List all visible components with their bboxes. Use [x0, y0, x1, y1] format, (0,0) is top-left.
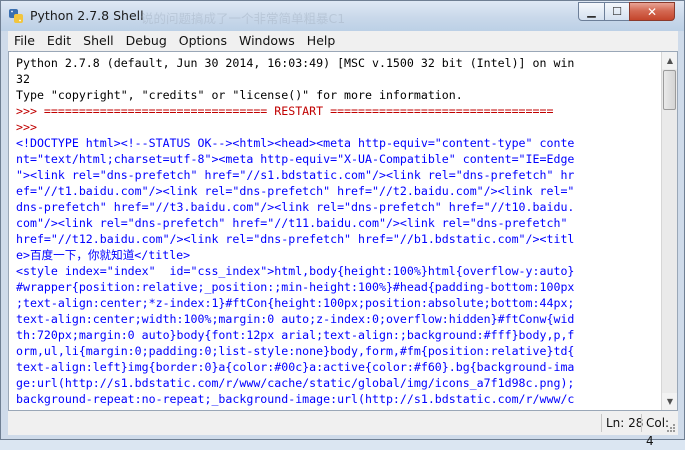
vertical-scrollbar[interactable]: ▲ ▼ — [661, 52, 677, 410]
shell-line: background-repeat:no-repeat;_background-… — [16, 392, 575, 406]
shell-line: <style index="index" id="css_index">html… — [16, 264, 575, 278]
shell-line: ge:url(http://s1.bdstatic.com/r/www/cach… — [16, 376, 575, 390]
shell-line: Type "copyright", "credits" or "license(… — [16, 88, 463, 102]
status-bar: Ln: 28 Col: 4 — [8, 411, 678, 448]
shell-line: >>> — [16, 120, 44, 134]
shell-line: com"/><link rel="dns-prefetch" href="//t… — [16, 216, 568, 230]
shell-line: th:720px;margin:0 auto}body{font:12px ar… — [16, 328, 575, 342]
menu-help[interactable]: Help — [301, 31, 342, 51]
scroll-up-button[interactable]: ▲ — [662, 52, 677, 69]
resize-grip-icon[interactable] — [666, 423, 676, 433]
minimize-button[interactable]: ▁ — [578, 2, 605, 21]
shell-line: orm,ul,li{margin:0;padding:0;list-style:… — [16, 344, 575, 358]
menu-bar: File Edit Shell Debug Options Windows He… — [8, 31, 678, 51]
shell-line: ef="//t1.baidu.com"/><link rel="dns-pref… — [16, 184, 575, 198]
menu-options[interactable]: Options — [173, 31, 233, 51]
chevron-up-icon: ▲ — [666, 56, 674, 65]
shell-line: >>> ================================ RES… — [16, 104, 554, 118]
chevron-down-icon: ▼ — [666, 397, 674, 406]
background-window-title: 说的问题搞成了一个非常简单粗暴C1 — [141, 11, 346, 26]
maximize-button[interactable]: ☐ — [604, 2, 630, 21]
window-title: Python 2.7.8 Shell — [30, 8, 144, 23]
shell-line: text-align:left}img{border:0}a{color:#00… — [16, 360, 575, 374]
title-bar[interactable]: Python 2.7.8 Shell 说的问题搞成了一个非常简单粗暴C1 ▁ ☐… — [1, 1, 684, 31]
idle-shell-window: Python 2.7.8 Shell 说的问题搞成了一个非常简单粗暴C1 ▁ ☐… — [0, 0, 685, 448]
shell-line: ache/static/global/img/icons_d5b04cc8.gi… — [16, 407, 567, 410]
maximize-icon: ☐ — [612, 5, 622, 18]
menu-shell[interactable]: Shell — [77, 31, 120, 51]
close-button[interactable]: ✕ — [629, 2, 675, 21]
minimize-icon: ▁ — [587, 5, 596, 18]
shell-line: dns-prefetch" href="//t3.baidu.com"/><li… — [16, 200, 575, 214]
menu-file[interactable]: File — [8, 31, 41, 51]
menu-debug[interactable]: Debug — [120, 31, 173, 51]
shell-text-area[interactable]: Python 2.7.8 (default, Jun 30 2014, 16:0… — [9, 52, 661, 410]
menu-edit[interactable]: Edit — [41, 31, 77, 51]
shell-line: ;text-align:center;*z-index:1}#ftCon{hei… — [16, 296, 575, 310]
shell-line: Python 2.7.8 (default, Jun 30 2014, 16:0… — [16, 56, 575, 70]
shell-line: e>百度一下，你就知道</title> — [16, 248, 191, 262]
python-icon — [9, 9, 23, 23]
shell-line: <!DOCTYPE html><!--STATUS OK--><html><he… — [16, 136, 575, 150]
shell-client-area: Python 2.7.8 (default, Jun 30 2014, 16:0… — [8, 51, 678, 411]
shell-line: text-align:center;width:100%;margin:0 au… — [16, 312, 575, 326]
scroll-down-button[interactable]: ▼ — [662, 393, 677, 410]
close-icon: ✕ — [646, 4, 658, 19]
shell-line: 32 — [16, 72, 30, 86]
shell-line: #wrapper{position:relative;_position:;mi… — [16, 280, 575, 294]
shell-line: "><link rel="dns-prefetch" href="//s1.bd… — [16, 168, 575, 182]
shell-line: href="//t12.baidu.com"/><link rel="dns-p… — [16, 232, 575, 246]
menu-windows[interactable]: Windows — [233, 31, 301, 51]
scroll-thumb[interactable] — [663, 70, 676, 110]
shell-line: nt="text/html;charset=utf-8"><meta http-… — [16, 152, 575, 166]
